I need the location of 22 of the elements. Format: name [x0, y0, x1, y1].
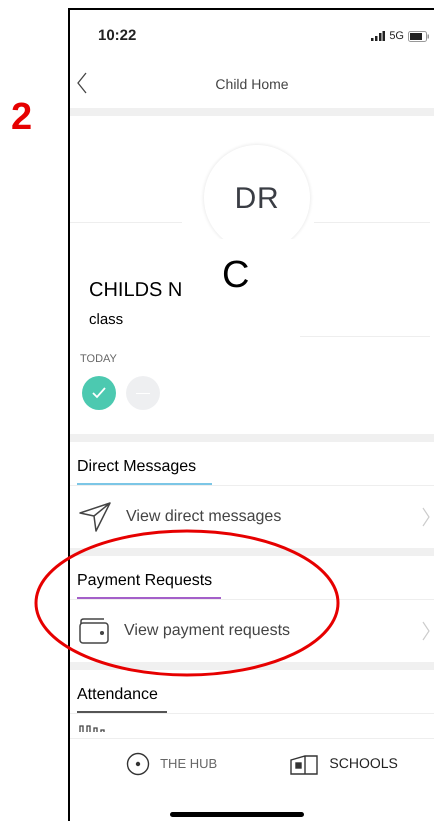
status-time: 10:22	[98, 26, 136, 46]
tab-bar-item[interactable]: THE HUB	[126, 752, 218, 776]
target-icon	[126, 752, 150, 776]
paper-plane-icon	[78, 501, 112, 533]
battery-icon	[408, 30, 430, 42]
section-heading: Attendance	[77, 685, 158, 705]
tab-bar-item[interactable]: SCHOOLS	[289, 752, 398, 776]
network-label: 5G	[389, 28, 404, 44]
section-heading: Payment Requests	[77, 571, 212, 591]
chevron-icon	[422, 507, 430, 527]
chevron-icon	[422, 621, 430, 641]
class-label: class	[89, 312, 124, 327]
step-number: 2	[11, 96, 32, 138]
child-name: CHILDS N	[89, 280, 182, 300]
overlay-letter: C	[222, 256, 250, 294]
section-row[interactable]: View direct messages	[70, 486, 434, 548]
section-row[interactable]: View payment requests	[70, 600, 434, 662]
screen-title: Child Home	[215, 74, 289, 94]
signal-icon	[371, 31, 386, 41]
section-heading: Direct Messages	[77, 457, 196, 477]
today-label: TODAY	[80, 354, 117, 365]
wallet-icon	[78, 617, 110, 645]
